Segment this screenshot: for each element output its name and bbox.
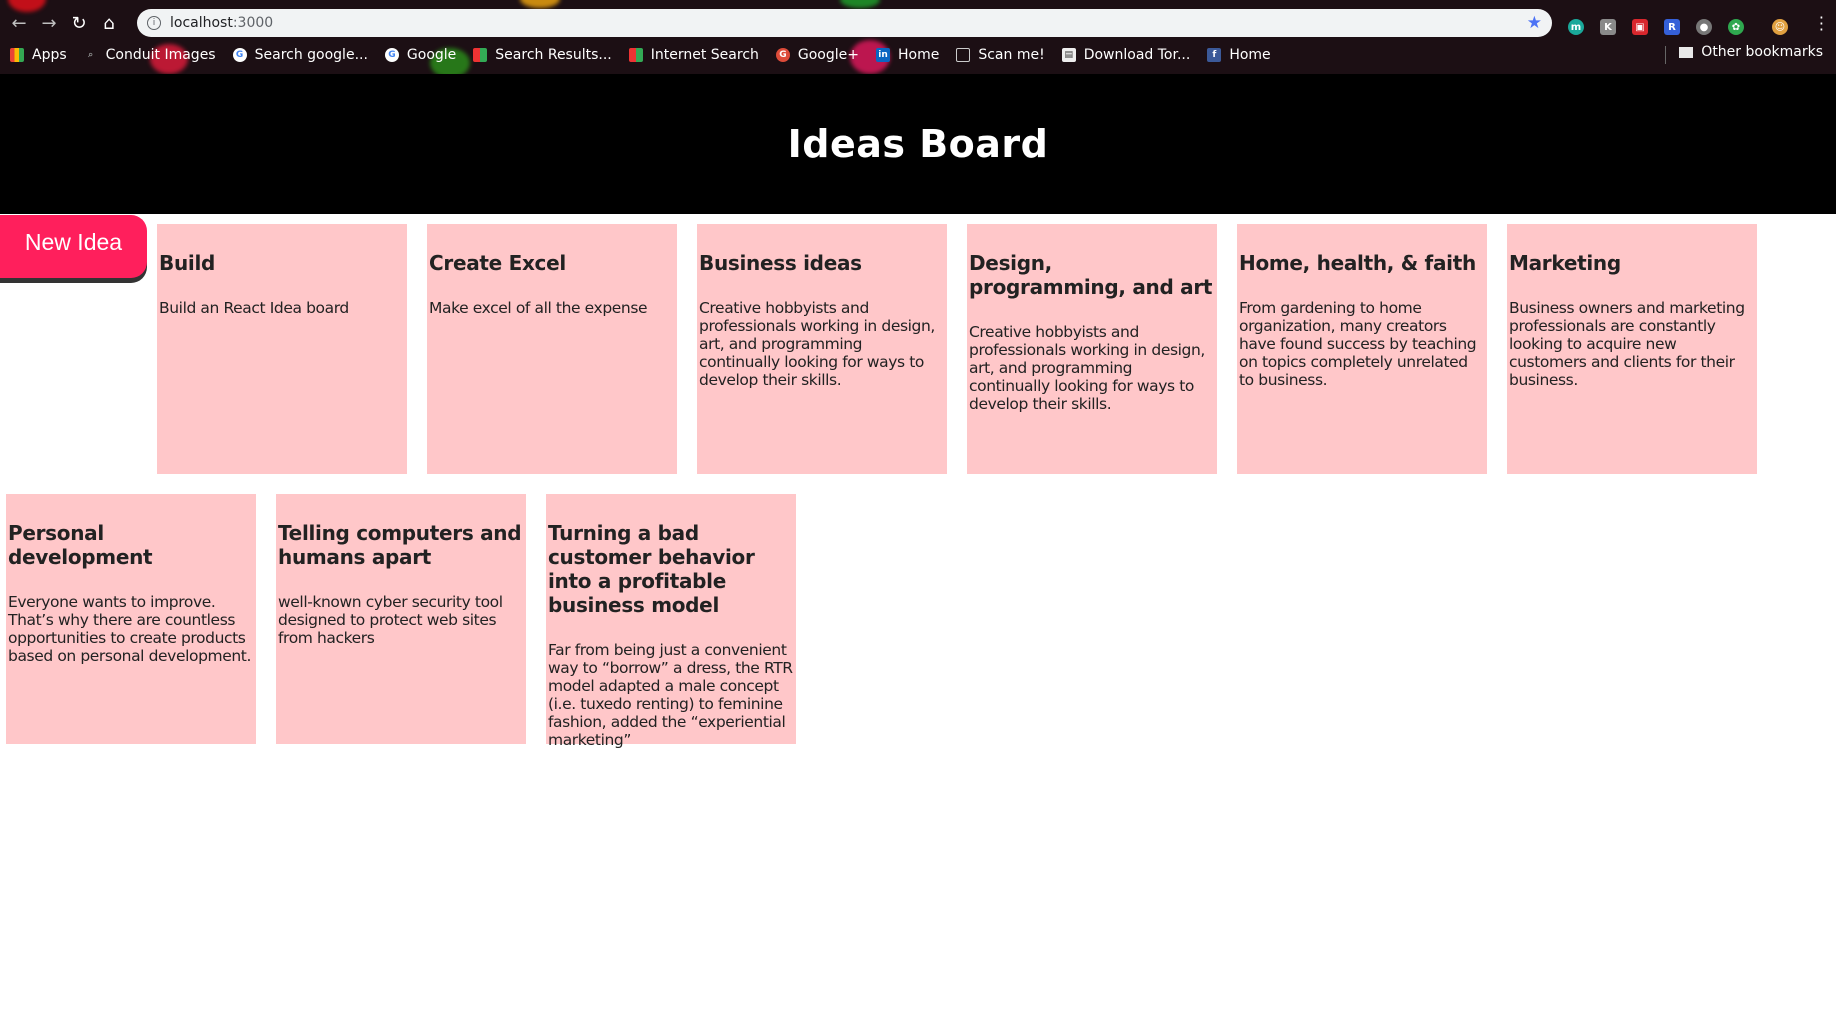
bookmark-label: Google+ (797, 47, 859, 63)
app-header: Ideas Board (0, 74, 1836, 214)
extension-evernote-icon[interactable]: ✿ (1728, 19, 1744, 35)
facebook-icon: f (1207, 48, 1222, 62)
idea-title[interactable]: Build (159, 251, 405, 275)
search-icon: ⌕ (88, 50, 94, 60)
bookmark-google[interactable]: G Google (384, 47, 457, 63)
bookmark-label: Home (898, 47, 940, 63)
idea-card[interactable]: Business ideas Creative hobbyists and pr… (697, 224, 947, 474)
idea-body[interactable]: well-known cyber security tool designed … (278, 593, 524, 647)
extension-r-icon[interactable]: R (1664, 19, 1680, 35)
bookmark-facebook-home[interactable]: f Home (1207, 47, 1271, 63)
extension-red-icon[interactable]: ▣ (1632, 19, 1648, 35)
bookmark-label: Apps (32, 47, 67, 63)
idea-title[interactable]: Personal development (8, 521, 254, 569)
bookmark-label: Home (1229, 47, 1271, 63)
idea-card[interactable]: Home, health, & faith From gardening to … (1237, 224, 1487, 474)
bookmark-linkedin-home[interactable]: in Home (876, 47, 939, 63)
search-results-icon (473, 48, 488, 62)
other-bookmarks[interactable]: Other bookmarks (1679, 44, 1823, 60)
bookmark-conduit-images[interactable]: ⌕ Conduit Images (84, 47, 216, 63)
idea-body[interactable]: Far from being just a convenient way to … (548, 641, 794, 749)
extension-m-icon[interactable]: m (1568, 19, 1584, 35)
idea-body[interactable]: Creative hobbyists and professionals wor… (969, 323, 1215, 413)
site-info-icon[interactable]: i (147, 16, 161, 30)
idea-title[interactable]: Design, programming, and art (969, 251, 1215, 299)
extension-k-icon[interactable]: K (1600, 19, 1616, 35)
idea-body[interactable]: Creative hobbyists and professionals wor… (699, 299, 945, 389)
idea-card[interactable]: Marketing Business owners and marketing … (1507, 224, 1757, 474)
url-host: localhost (170, 15, 233, 31)
idea-card[interactable]: Design, programming, and art Creative ho… (967, 224, 1217, 474)
profile-avatar-icon[interactable]: ☺ (1772, 19, 1788, 35)
idea-title[interactable]: Marketing (1509, 251, 1755, 275)
bookmark-label: Google (406, 47, 457, 63)
bookmark-apps[interactable]: Apps (10, 47, 67, 63)
google-icon: G (384, 48, 399, 62)
bookmark-label: Search google... (254, 47, 368, 63)
url-text: localhost:3000 (170, 15, 273, 31)
idea-card[interactable]: Build Build an React Idea board (157, 224, 407, 474)
page-title: Ideas Board (787, 122, 1049, 166)
idea-body[interactable]: Business owners and marketing profession… (1509, 299, 1755, 389)
extension-bulb-icon[interactable]: ● (1696, 19, 1712, 35)
idea-body[interactable]: Build an React Idea board (159, 299, 405, 317)
address-bar[interactable]: i localhost:3000 ★ (137, 9, 1552, 37)
apps-grid-icon (10, 48, 24, 62)
browser-chrome: ← → ↻ ⌂ i localhost:3000 ★ m K ▣ R ● ✿ ☺… (0, 0, 1836, 74)
back-icon[interactable]: ← (4, 8, 34, 38)
idea-title[interactable]: Turning a bad customer behavior into a p… (548, 521, 794, 617)
google-icon: G (232, 48, 247, 62)
folder-icon (1679, 46, 1694, 58)
bookmarks-bar: Apps ⌕ Conduit Images G Search google...… (0, 44, 1836, 66)
bookmark-scan-me[interactable]: Scan me! (956, 47, 1045, 63)
page-icon (956, 48, 971, 62)
bookmark-search-google[interactable]: G Search google... (232, 47, 368, 63)
reload-icon[interactable]: ↻ (64, 8, 94, 38)
bookmark-label: Search Results... (495, 47, 612, 63)
bookmark-download-tor[interactable]: ▤ Download Tor... (1061, 47, 1191, 63)
internet-search-icon (628, 48, 643, 62)
bookmark-label: Download Tor... (1083, 47, 1191, 63)
bookmark-label: Internet Search (650, 47, 759, 63)
idea-body[interactable]: Everyone wants to improve. That’s why th… (8, 593, 254, 665)
google-plus-icon: G (775, 48, 790, 62)
bookmarks-divider (1665, 46, 1666, 64)
browser-toolbar: ← → ↻ ⌂ i localhost:3000 ★ m K ▣ R ● ✿ ☺… (0, 7, 1836, 39)
bookmark-label: Scan me! (978, 47, 1045, 63)
idea-title[interactable]: Business ideas (699, 251, 945, 275)
idea-body[interactable]: Make excel of all the expense (429, 299, 675, 317)
idea-card[interactable]: Turning a bad customer behavior into a p… (546, 494, 796, 749)
bookmark-star-icon[interactable]: ★ (1527, 13, 1542, 33)
bookmark-search-results[interactable]: Search Results... (473, 47, 612, 63)
idea-card[interactable]: Telling computers and humans apart well-… (276, 494, 526, 744)
other-bookmarks-label: Other bookmarks (1701, 44, 1823, 60)
url-port: :3000 (232, 15, 274, 31)
idea-body[interactable]: From gardening to home organization, man… (1239, 299, 1485, 389)
linkedin-icon: in (876, 48, 890, 62)
forward-icon[interactable]: → (34, 8, 64, 38)
idea-title[interactable]: Create Excel (429, 251, 675, 275)
idea-card[interactable]: Create Excel Make excel of all the expen… (427, 224, 677, 474)
idea-title[interactable]: Home, health, & faith (1239, 251, 1485, 275)
new-idea-button[interactable]: New Idea (0, 215, 147, 278)
home-icon[interactable]: ⌂ (94, 8, 124, 38)
idea-card[interactable]: Personal development Everyone wants to i… (6, 494, 256, 744)
idea-title[interactable]: Telling computers and humans apart (278, 521, 524, 569)
bookmark-label: Conduit Images (105, 47, 216, 63)
bookmark-internet-search[interactable]: Internet Search (628, 47, 759, 63)
bookmark-google-plus[interactable]: G Google+ (775, 47, 859, 63)
tor-icon: ▤ (1061, 48, 1076, 62)
browser-menu-icon[interactable]: · · · (1819, 10, 1824, 38)
